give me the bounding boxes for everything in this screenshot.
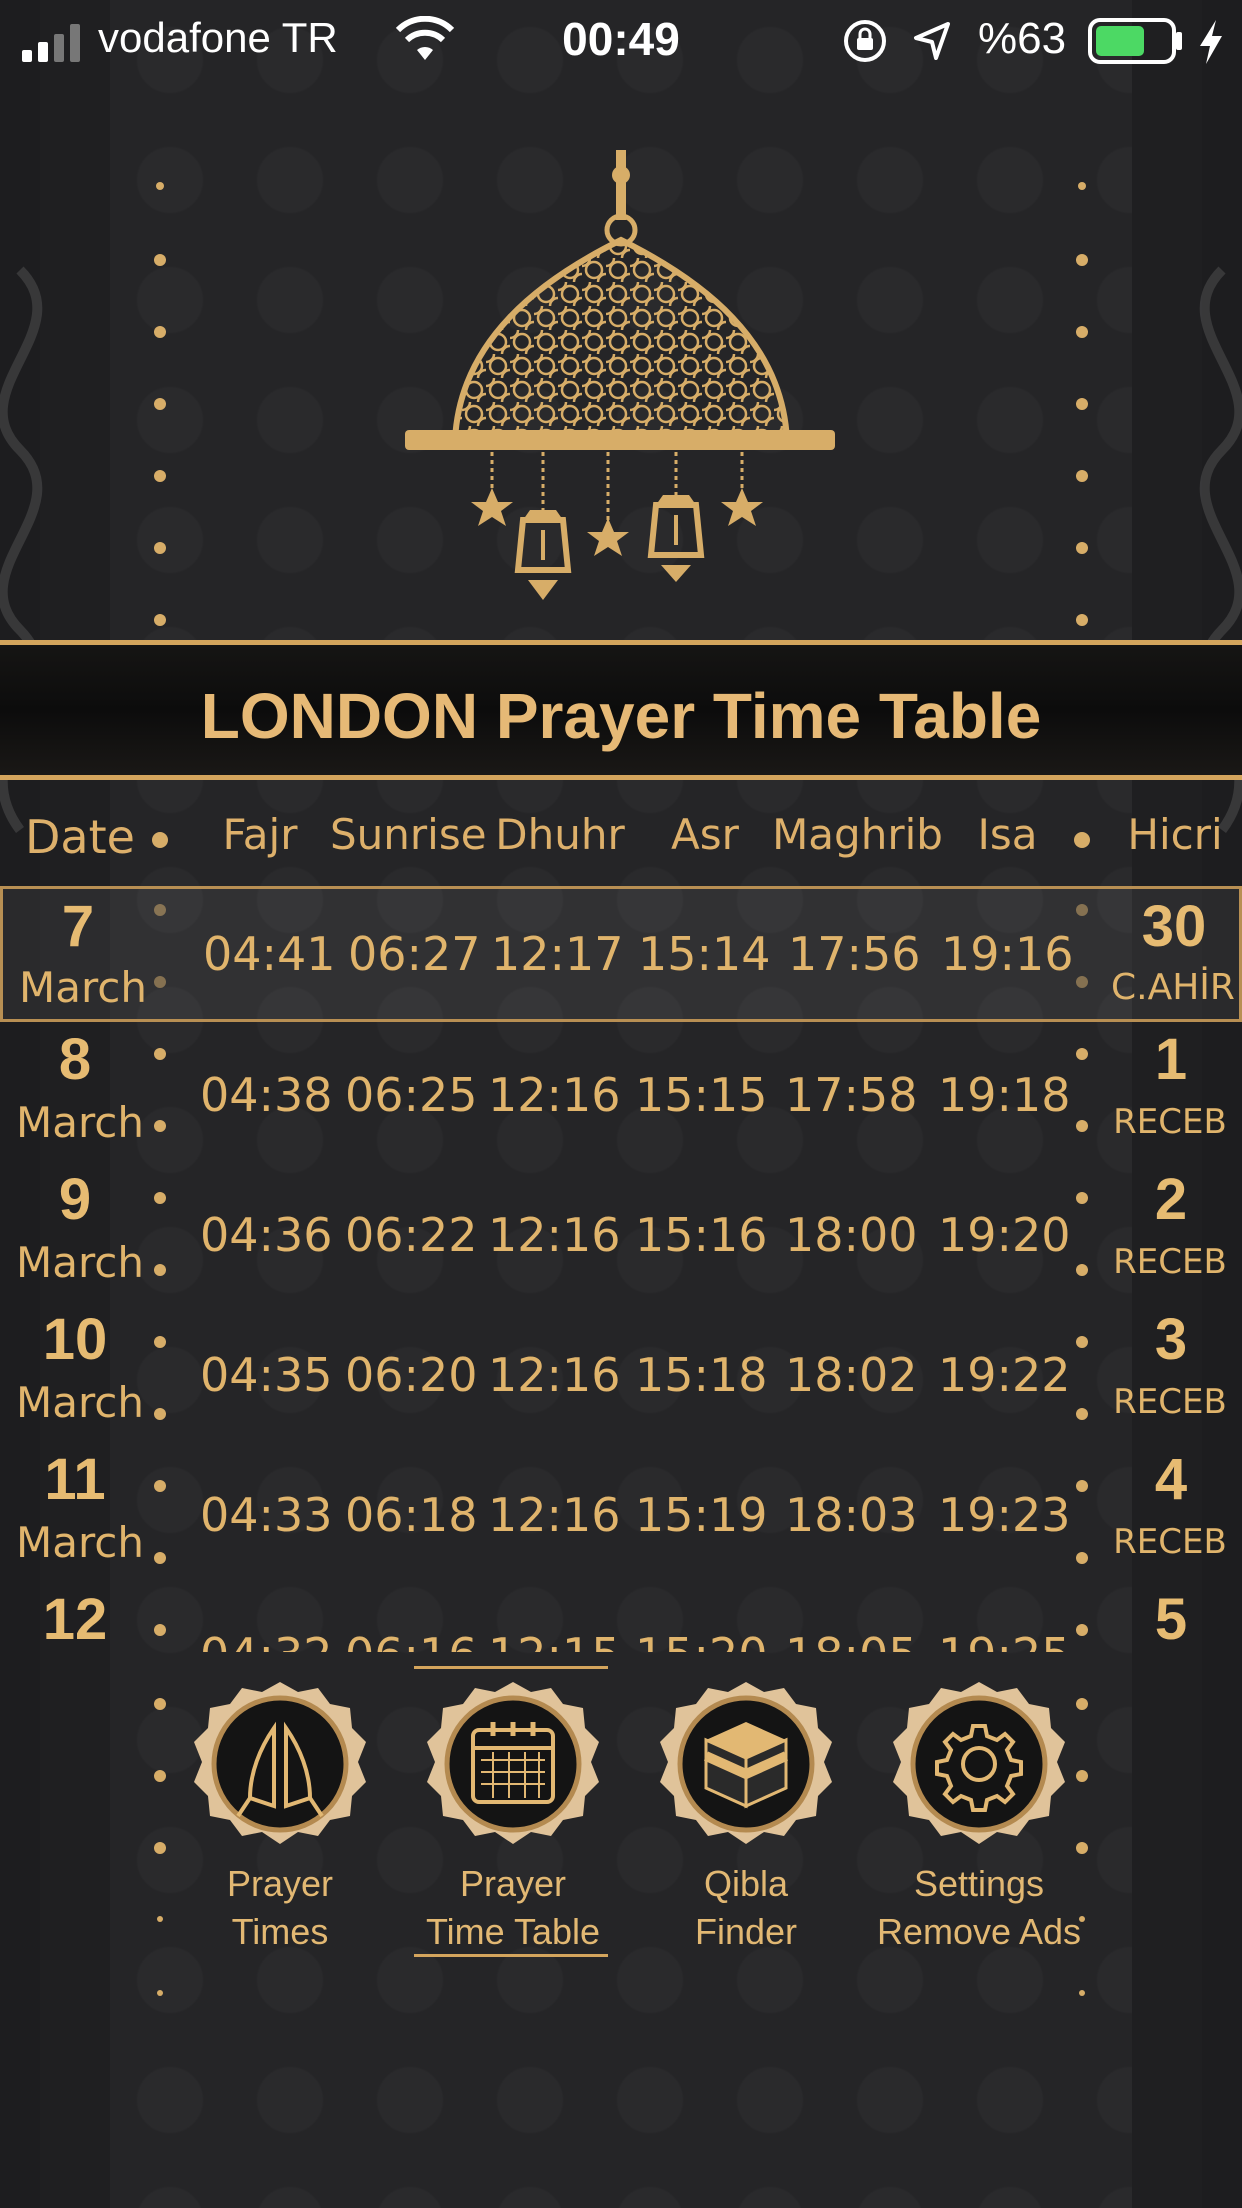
nav-prayer-times[interactable]: Prayer Times	[175, 1660, 385, 1960]
table-row[interactable]: 9 March 04:36 06:22 12:16 15:16 18:00 19…	[0, 1166, 1242, 1302]
rotation-lock-icon	[844, 20, 886, 62]
hicri-day: 4	[1154, 1447, 1188, 1512]
date-month: March	[15, 1098, 145, 1147]
table-row[interactable]: 10 March 04:35 06:20 12:16 15:18 18:02 1…	[0, 1306, 1242, 1442]
mosque-dome-icon	[405, 100, 835, 600]
dhuhr-time: 12:16	[488, 1348, 621, 1402]
header-maghrib: Maghrib	[772, 810, 943, 859]
header-fajr: Fajr	[222, 810, 298, 859]
header-hicri: Hicri	[1127, 810, 1223, 859]
sunrise-time: 06:27	[348, 927, 481, 981]
hicri-day: 3	[1154, 1307, 1188, 1372]
header-sunrise: Sunrise	[330, 810, 487, 859]
table-row-partial[interactable]: 12 5 04:32 06:16 12:15 15:20 18:05 19:25	[0, 1586, 1242, 1652]
header-date: Date	[25, 810, 135, 864]
sunrise-time: 06:25	[345, 1068, 478, 1122]
dhuhr-time: 12:16	[488, 1208, 621, 1262]
charging-bolt-icon	[1200, 20, 1222, 64]
hicri-month: C.AHİR	[1111, 967, 1235, 1008]
dhuhr-time: 12:16	[488, 1068, 621, 1122]
header-asr: Asr	[671, 810, 739, 859]
dhuhr-time: 12:16	[488, 1488, 621, 1542]
date-day: 12	[42, 1587, 108, 1652]
date-day: 7	[61, 894, 95, 959]
table-row[interactable]: 7 March 04:41 06:27 12:17 15:14 17:56 19…	[0, 886, 1242, 1022]
nav-label: Settings Remove Ads	[876, 1863, 1082, 1952]
hicri-month: RECEB	[1113, 1522, 1227, 1562]
maghrib-time: 18:03	[785, 1488, 918, 1542]
dhuhr-time: 12:17	[491, 927, 624, 981]
hicri-month: RECEB	[1113, 1102, 1227, 1142]
sunrise-time: 06:18	[345, 1488, 478, 1542]
date-day: 11	[44, 1447, 106, 1512]
date-month: March	[15, 1378, 145, 1427]
maghrib-time: 18:05	[785, 1628, 918, 1652]
sunrise-time: 06:22	[345, 1208, 478, 1262]
kaaba-icon	[660, 1682, 832, 1844]
praying-hands-icon	[194, 1682, 366, 1844]
maghrib-time: 17:56	[788, 927, 921, 981]
sunrise-time: 06:20	[345, 1348, 478, 1402]
fajr-time: 04:36	[200, 1208, 333, 1262]
nav-settings[interactable]: Settings Remove Ads	[874, 1660, 1084, 1960]
header-isa: Isa	[977, 810, 1038, 859]
battery-icon	[1088, 18, 1182, 64]
nav-label: Prayer Times	[226, 1863, 334, 1952]
battery-percent: %63	[978, 14, 1067, 63]
isa-time: 19:20	[938, 1208, 1071, 1262]
dhuhr-time: 12:15	[488, 1628, 621, 1652]
asr-time: 15:20	[635, 1628, 768, 1652]
fajr-time: 04:35	[200, 1348, 333, 1402]
isa-time: 19:16	[941, 927, 1074, 981]
asr-time: 15:14	[638, 927, 771, 981]
sunrise-time: 06:16	[345, 1628, 478, 1652]
hicri-month: RECEB	[1113, 1382, 1227, 1422]
location-icon	[914, 22, 950, 60]
date-month: March	[15, 1518, 145, 1567]
hicri-month: RECEB	[1113, 1242, 1227, 1282]
gear-icon	[893, 1682, 1065, 1844]
hicri-day: 30	[1141, 894, 1207, 959]
isa-time: 19:25	[938, 1628, 1071, 1652]
fajr-time: 04:41	[203, 927, 336, 981]
hicri-day: 5	[1154, 1587, 1188, 1652]
isa-time: 19:23	[938, 1488, 1071, 1542]
active-tab-underline	[414, 1954, 608, 1957]
maghrib-time: 18:02	[785, 1348, 918, 1402]
page-title: LONDON Prayer Time Table	[200, 680, 1042, 752]
nav-label: Qibla Finder	[694, 1863, 798, 1952]
date-day: 8	[58, 1027, 92, 1092]
asr-time: 15:18	[635, 1348, 768, 1402]
date-day: 9	[58, 1167, 92, 1232]
fajr-time: 04:33	[200, 1488, 333, 1542]
title-banner: LONDON Prayer Time Table	[0, 640, 1242, 780]
hicri-day: 2	[1154, 1167, 1188, 1232]
nav-prayer-time-table[interactable]: Prayer Time Table	[408, 1660, 618, 1960]
bottom-nav: Prayer Times Prayer Time Table Qibla Fin…	[0, 1660, 1242, 1960]
asr-time: 15:15	[635, 1068, 768, 1122]
hicri-day: 1	[1154, 1027, 1188, 1092]
asr-time: 15:16	[635, 1208, 768, 1262]
maghrib-time: 18:00	[785, 1208, 918, 1262]
nav-label: Prayer Time Table	[425, 1863, 601, 1952]
isa-time: 19:18	[938, 1068, 1071, 1122]
header-dhuhr: Dhuhr	[495, 810, 625, 859]
fajr-time: 04:38	[200, 1068, 333, 1122]
date-month: March	[15, 1238, 145, 1287]
maghrib-time: 17:58	[785, 1068, 918, 1122]
fajr-time: 04:32	[200, 1628, 333, 1652]
nav-qibla-finder[interactable]: Qibla Finder	[641, 1660, 851, 1960]
table-row[interactable]: 8 March 04:38 06:25 12:16 15:15 17:58 19…	[0, 1026, 1242, 1162]
isa-time: 19:22	[938, 1348, 1071, 1402]
table-row[interactable]: 11 March 04:33 06:18 12:16 15:19 18:03 1…	[0, 1446, 1242, 1582]
date-month: March	[18, 963, 148, 1012]
status-bar: vodafone TR 00:49 %63	[0, 0, 1242, 84]
asr-time: 15:19	[635, 1488, 768, 1542]
calendar-icon	[427, 1682, 599, 1844]
date-day: 10	[42, 1307, 108, 1372]
